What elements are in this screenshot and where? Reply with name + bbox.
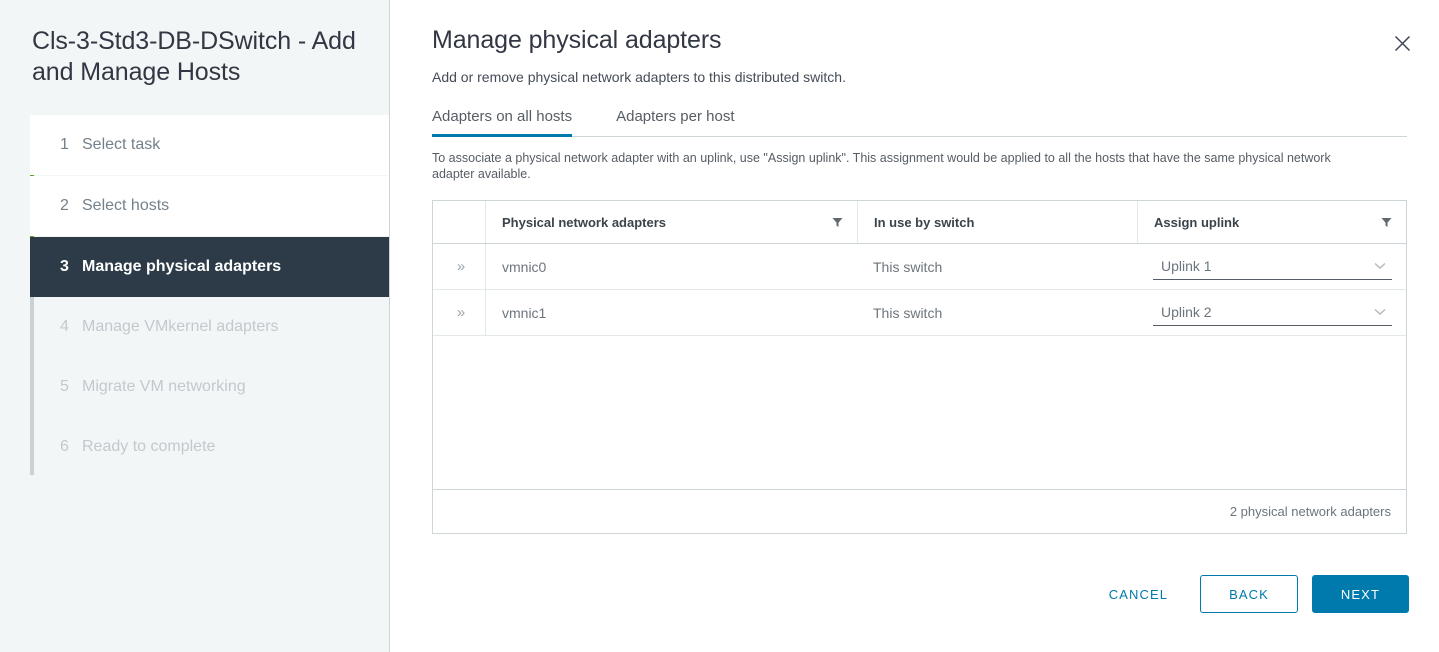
row-expand-cell[interactable]: » — [433, 289, 485, 336]
adapter-count-label: 2 physical network adapters — [1229, 504, 1391, 519]
wizard-main-panel: Manage physical adapters Add or remove p… — [390, 0, 1439, 652]
table-header-row: Physical network adapters In use by swit… — [433, 201, 1406, 244]
expand-row-icon[interactable]: » — [449, 304, 471, 321]
cell-assign-uplink[interactable]: Uplink 1 — [1137, 243, 1406, 290]
adapter-name: vmnic1 — [502, 304, 547, 321]
wizard-sidebar: Cls-3-Std3-DB-DSwitch - Add and Manage H… — [0, 0, 390, 652]
step-label: Select task — [82, 136, 161, 153]
sidebar-step-manage-vmkernel-adapters: 4 Manage VMkernel adapters — [30, 297, 389, 357]
column-header-assign-uplink[interactable]: Assign uplink — [1137, 201, 1406, 244]
chevron-down-icon — [1374, 308, 1386, 315]
column-header-expand — [433, 201, 485, 244]
step-number: 5 — [60, 378, 69, 395]
table-body: » vmnic0 This switch Uplink 1 » vmnic1 T… — [433, 243, 1406, 336]
tab-adapters-on-all-hosts[interactable]: Adapters on all hosts — [432, 105, 584, 137]
column-label: Physical network adapters — [502, 214, 667, 230]
table-row[interactable]: » vmnic0 This switch Uplink 1 — [433, 243, 1406, 290]
expand-row-icon[interactable]: » — [449, 258, 471, 275]
cell-in-use-by-switch: This switch — [857, 289, 1137, 336]
sidebar-step-select-hosts[interactable]: 2 Select hosts — [30, 176, 389, 236]
row-expand-cell[interactable]: » — [433, 243, 485, 290]
add-and-manage-hosts-wizard: Cls-3-Std3-DB-DSwitch - Add and Manage H… — [0, 0, 1439, 652]
wizard-title: Cls-3-Std3-DB-DSwitch - Add and Manage H… — [32, 27, 356, 86]
cell-physical-network-adapter: vmnic0 — [485, 243, 857, 290]
sidebar-step-select-task[interactable]: 1 Select task — [30, 115, 389, 175]
step-label: Manage VMkernel adapters — [82, 318, 279, 335]
step-number: 3 — [60, 258, 69, 275]
table-header: Physical network adapters In use by swit… — [433, 201, 1406, 244]
assign-uplink-hint: To associate a physical network adapter … — [432, 151, 1331, 181]
wizard-actions: CANCEL BACK NEXT — [1091, 575, 1409, 613]
adapter-name: vmnic0 — [502, 258, 547, 275]
tab-adapters-per-host[interactable]: Adapters per host — [616, 105, 746, 136]
tab-bar: Adapters on all hosts Adapters per host — [432, 105, 1407, 137]
sidebar-step-migrate-vm-networking: 5 Migrate VM networking — [30, 357, 389, 417]
step-number: 6 — [60, 438, 69, 455]
column-label: In use by switch — [874, 214, 975, 230]
in-use-value: This switch — [873, 304, 943, 321]
page-subtitle: Add or remove physical network adapters … — [432, 69, 846, 85]
cell-physical-network-adapter: vmnic1 — [485, 289, 857, 336]
uplink-select-vmnic1[interactable]: Uplink 2 — [1153, 299, 1392, 326]
cell-assign-uplink[interactable]: Uplink 2 — [1137, 289, 1406, 336]
step-number: 4 — [60, 318, 69, 335]
page-title: Manage physical adapters — [432, 26, 722, 54]
uplink-value: Uplink 2 — [1161, 304, 1212, 320]
step-label: Migrate VM networking — [82, 378, 246, 395]
column-label: Assign uplink — [1154, 214, 1240, 230]
chevron-down-icon — [1374, 262, 1386, 269]
physical-adapters-table: Physical network adapters In use by swit… — [432, 200, 1407, 534]
adapters-table: Physical network adapters In use by swit… — [433, 201, 1406, 336]
step-label: Ready to complete — [82, 438, 216, 455]
close-icon — [1394, 35, 1410, 51]
back-button[interactable]: BACK — [1200, 575, 1298, 613]
table-empty-area — [433, 336, 1406, 489]
column-header-physical-network-adapters[interactable]: Physical network adapters — [485, 201, 857, 244]
filter-icon[interactable] — [832, 217, 843, 228]
uplink-value: Uplink 1 — [1161, 258, 1212, 274]
column-header-in-use-by-switch: In use by switch — [857, 201, 1137, 244]
step-label: Select hosts — [82, 197, 170, 214]
uplink-select-vmnic0[interactable]: Uplink 1 — [1153, 253, 1392, 280]
table-footer: 2 physical network adapters — [433, 489, 1406, 533]
wizard-step-list: 1 Select task 2 Select hosts 3 Manage ph… — [0, 115, 389, 477]
table-row[interactable]: » vmnic1 This switch Uplink 2 — [433, 289, 1406, 336]
step-number: 2 — [60, 197, 69, 214]
sidebar-step-ready-to-complete: 6 Ready to complete — [30, 417, 389, 477]
step-label: Manage physical adapters — [82, 258, 282, 275]
in-use-value: This switch — [873, 258, 943, 275]
cell-in-use-by-switch: This switch — [857, 243, 1137, 290]
step-number: 1 — [60, 136, 69, 153]
sidebar-step-manage-physical-adapters[interactable]: 3 Manage physical adapters — [30, 237, 389, 297]
cancel-button[interactable]: CANCEL — [1091, 575, 1186, 613]
filter-icon[interactable] — [1381, 217, 1392, 228]
close-button[interactable] — [1387, 28, 1417, 58]
next-button[interactable]: NEXT — [1311, 575, 1409, 613]
